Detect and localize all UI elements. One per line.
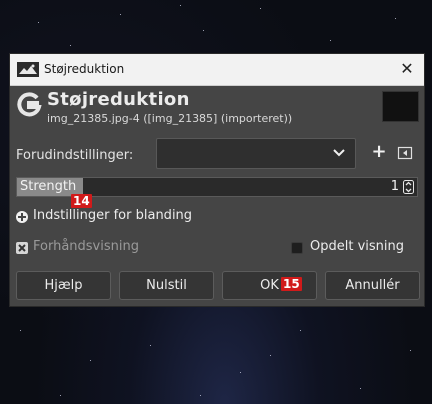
- split-view-label: Opdelt visning: [310, 239, 404, 254]
- expand-plus-icon: [16, 211, 28, 223]
- ok-label: OK: [260, 278, 279, 293]
- star: [38, 22, 39, 23]
- star: [70, 45, 71, 46]
- add-preset-icon[interactable]: +: [371, 143, 387, 161]
- close-icon[interactable]: ✕: [398, 59, 416, 79]
- reset-button[interactable]: Nulstil: [119, 271, 214, 300]
- star: [200, 395, 201, 396]
- star: [150, 345, 151, 346]
- star: [20, 330, 21, 331]
- window-titlebar[interactable]: Støjreduktion ✕: [10, 54, 424, 86]
- image-thumbnail: [382, 91, 419, 122]
- strength-label: Strength: [20, 179, 77, 194]
- marker-badge-15: 15: [281, 277, 302, 291]
- marker-badge-14: 14: [71, 194, 92, 208]
- cancel-button[interactable]: Annullér: [325, 271, 420, 300]
- chevron-down-icon: [333, 149, 345, 157]
- window-title: Støjreduktion: [44, 62, 125, 76]
- gegl-g-icon: [17, 92, 42, 117]
- noise-reduction-dialog: Støjreduktion ✕ Støjreduktion img_21385.…: [9, 53, 425, 307]
- preview-label: Forhåndsvisning: [33, 239, 139, 254]
- ok-button[interactable]: OK: [222, 271, 317, 300]
- help-button[interactable]: Hjælp: [16, 271, 111, 300]
- star: [360, 388, 361, 389]
- presets-label: Forudindstillinger:: [16, 148, 134, 163]
- star: [120, 14, 121, 15]
- spin-arrows-icon[interactable]: [403, 180, 414, 194]
- image-subtitle: img_21385.jpg-4 ([img_21385] (importeret…: [47, 112, 293, 125]
- star: [60, 395, 61, 396]
- presets-combo[interactable]: [156, 138, 356, 169]
- star: [180, 5, 181, 6]
- blending-options-label: Indstillinger for blanding: [33, 208, 193, 223]
- star: [203, 30, 204, 31]
- star: [410, 350, 411, 351]
- strength-value: 1: [390, 179, 399, 194]
- star: [240, 372, 241, 373]
- preview-checkbox-icon[interactable]: [16, 242, 28, 254]
- preset-menu-icon[interactable]: [397, 145, 413, 161]
- star: [330, 40, 331, 41]
- star: [260, 8, 261, 9]
- check-x-icon: [18, 244, 26, 252]
- star: [90, 360, 91, 361]
- star: [300, 330, 301, 331]
- star: [395, 18, 396, 19]
- dialog-heading: Støjreduktion: [47, 89, 190, 110]
- star: [270, 355, 271, 356]
- split-view-checkbox[interactable]: [291, 242, 303, 254]
- gimp-app-icon: [17, 62, 39, 77]
